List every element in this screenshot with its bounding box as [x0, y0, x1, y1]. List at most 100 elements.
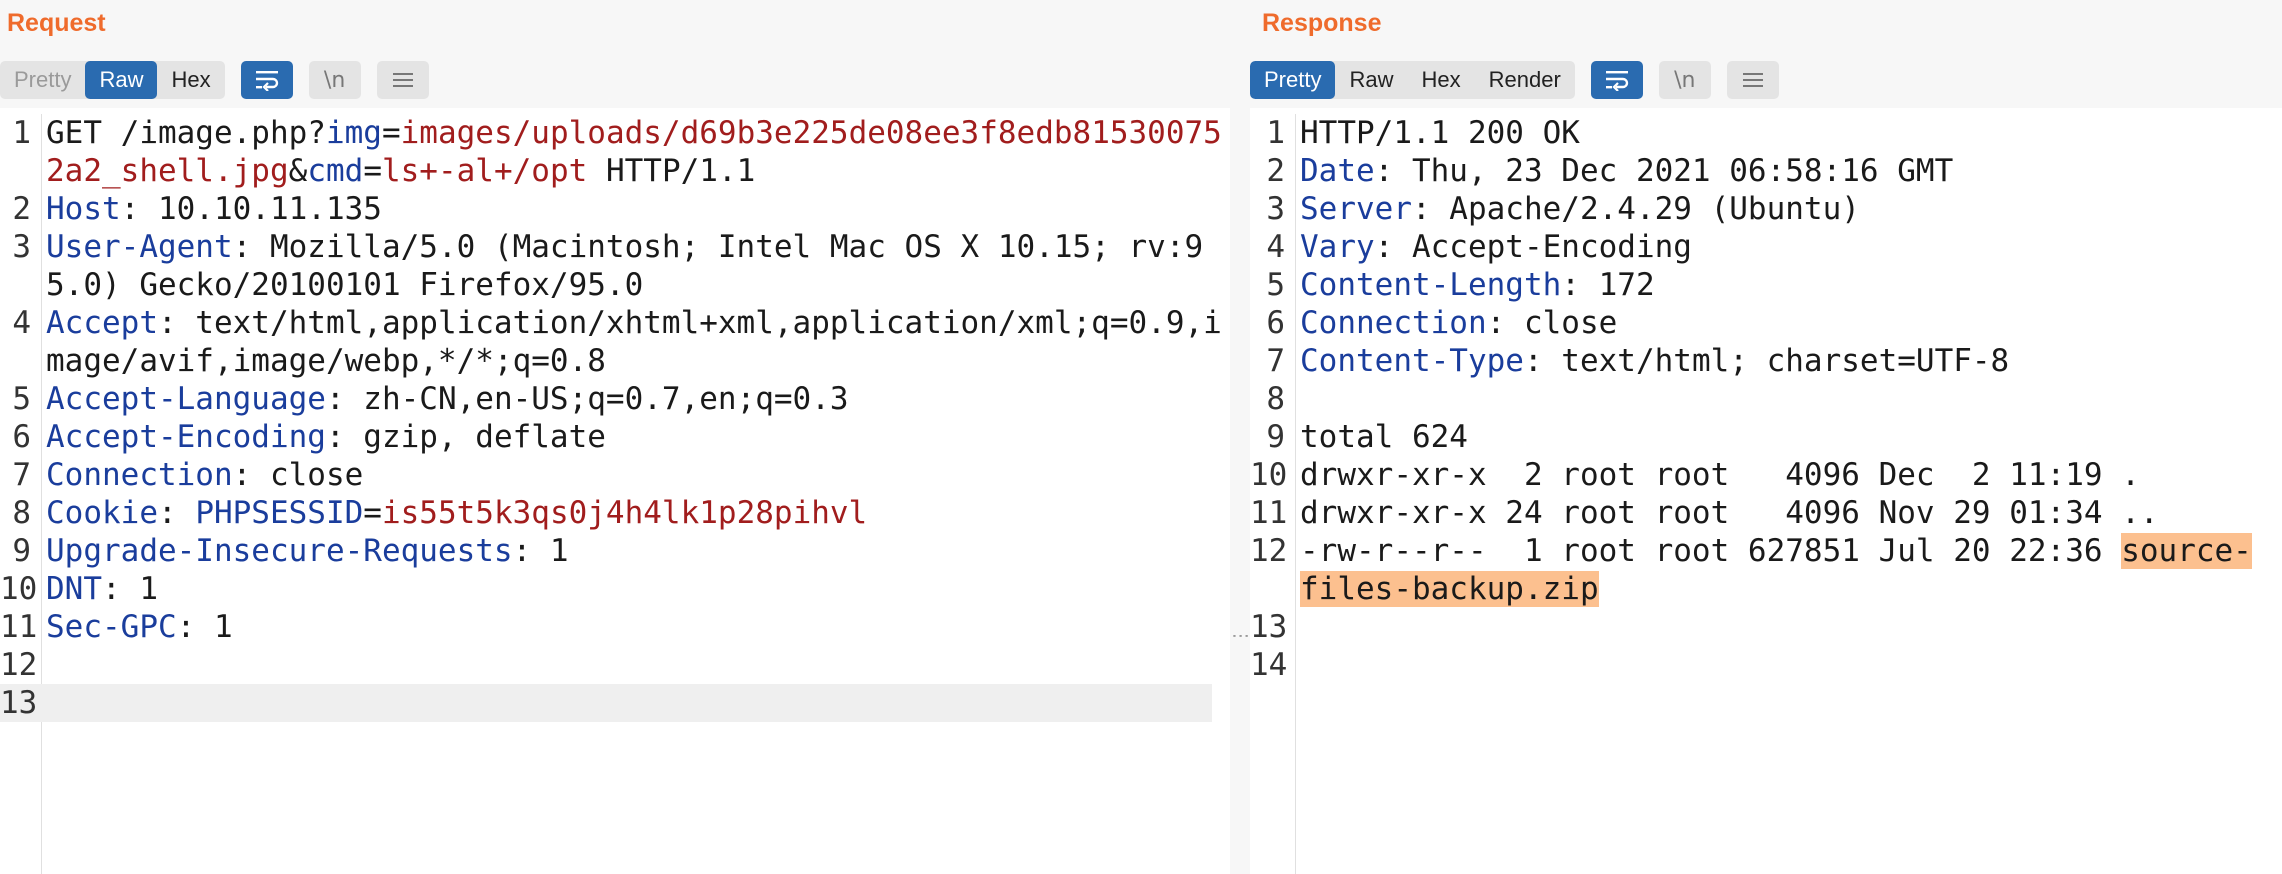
- request-token: =: [363, 495, 382, 531]
- response-tab-raw[interactable]: Raw: [1335, 61, 1407, 99]
- request-line[interactable]: 3 User-Agent: Mozilla/5.0 (Macintosh; Int…: [0, 228, 1230, 304]
- response-token: total 624: [1300, 419, 1468, 455]
- response-line[interactable]: 11 drwxr-xr-x 24 root root 4096 Nov 29 01…: [1250, 494, 2282, 532]
- newline-icon: \n: [1674, 67, 1696, 93]
- response-line[interactable]: 12 -rw-r--r-- 1 root root 627851 Jul 20 2…: [1250, 532, 2282, 608]
- request-line-number: 11: [0, 609, 38, 645]
- request-token: &: [288, 153, 308, 189]
- response-line-text: Connection: close: [1300, 304, 2260, 342]
- request-tab-hex[interactable]: Hex: [157, 61, 224, 99]
- request-menu-button[interactable]: [376, 61, 429, 99]
- response-wrap-button[interactable]: [1590, 61, 1643, 99]
- request-line[interactable]: 7 Connection: close: [0, 456, 1230, 494]
- request-line[interactable]: 13: [0, 684, 1212, 722]
- splitter-grip-icon[interactable]: ⋮: [1230, 627, 1251, 645]
- request-line[interactable]: 12: [0, 646, 1230, 684]
- request-token: Accept-Encoding: [46, 419, 326, 455]
- request-line-number: 7: [12, 457, 31, 493]
- request-token: DNT: [46, 571, 102, 607]
- response-line[interactable]: 5 Content-Length: 172: [1250, 266, 2282, 304]
- menu-icon: [1742, 73, 1763, 87]
- response-line-number: 12: [1250, 533, 1288, 569]
- response-token: Server: [1300, 191, 1412, 227]
- response-token: : Thu, 23 Dec 2021 06:58:16 GMT: [1374, 153, 1954, 189]
- request-line[interactable]: 11 Sec-GPC: 1: [0, 608, 1230, 646]
- response-line[interactable]: 3 Server: Apache/2.4.29 (Ubuntu): [1250, 190, 2282, 228]
- request-line-text: Sec-GPC: 1: [46, 608, 1226, 646]
- response-line[interactable]: 9 total 624: [1250, 418, 2282, 456]
- response-line-number: 14: [1250, 647, 1288, 683]
- response-line[interactable]: 2 Date: Thu, 23 Dec 2021 06:58:16 GMT: [1250, 152, 2282, 190]
- request-wrap-button[interactable]: [240, 61, 293, 99]
- request-editor[interactable]: 1 GET /image.php?img=images/uploads/d69b3…: [0, 114, 1230, 874]
- request-token: =: [381, 115, 401, 151]
- request-line-text: DNT: 1: [46, 570, 1226, 608]
- request-token: =: [363, 153, 382, 189]
- response-line[interactable]: 10 drwxr-xr-x 2 root root 4096 Dec 2 11:1…: [1250, 456, 2282, 494]
- request-line-number: 4: [12, 305, 31, 341]
- response-menu-button[interactable]: [1726, 61, 1779, 99]
- response-line[interactable]: 1 HTTP/1.1 200 OK: [1250, 114, 2282, 152]
- response-line[interactable]: 7 Content-Type: text/html; charset=UTF-8: [1250, 342, 2282, 380]
- request-line[interactable]: 10 DNT: 1: [0, 570, 1230, 608]
- request-token: img: [325, 115, 382, 151]
- response-line[interactable]: 13: [1250, 608, 2282, 646]
- response-line-text: [1300, 646, 2260, 684]
- response-line[interactable]: 6 Connection: close: [1250, 304, 2282, 342]
- request-line-text: [46, 684, 1212, 722]
- request-line-number: 10: [0, 571, 38, 607]
- request-line[interactable]: 1 GET /image.php?img=images/uploads/d69b3…: [0, 114, 1230, 190]
- response-token: Date: [1300, 153, 1375, 189]
- request-token: User-Agent: [46, 229, 233, 265]
- response-tab-render[interactable]: Render: [1475, 61, 1575, 99]
- request-line-number: 8: [12, 495, 31, 531]
- response-token: Vary: [1300, 229, 1375, 265]
- response-line-text: drwxr-xr-x 24 root root 4096 Nov 29 01:3…: [1300, 494, 2260, 532]
- response-line-text: Server: Apache/2.4.29 (Ubuntu): [1300, 190, 2260, 228]
- request-line[interactable]: 9 Upgrade-Insecure-Requests: 1: [0, 532, 1230, 570]
- request-line[interactable]: 5 Accept-Language: zh-CN,en-US;q=0.7,en;q…: [0, 380, 1230, 418]
- request-line-text: Accept: text/html,application/xhtml+xml,…: [46, 304, 1226, 380]
- response-token: : Accept-Encoding: [1374, 229, 1692, 265]
- request-token: GET /image.php?: [46, 115, 326, 151]
- response-line-number: 9: [1266, 419, 1285, 455]
- request-tab-raw[interactable]: Raw: [85, 61, 158, 99]
- response-line-text: [1300, 380, 2260, 418]
- request-line-number: 12: [0, 647, 38, 683]
- request-line[interactable]: 6 Accept-Encoding: gzip, deflate: [0, 418, 1230, 456]
- request-token: ls+-al+/opt: [381, 153, 588, 189]
- response-tab-pretty[interactable]: Pretty: [1250, 61, 1336, 99]
- request-line[interactable]: 8 Cookie: PHPSESSID=is55t5k3qs0j4h4lk1p28…: [0, 494, 1230, 532]
- request-line-number: 5: [12, 381, 31, 417]
- request-token: Upgrade-Insecure-Requests: [46, 533, 513, 569]
- response-toolbar: Pretty Raw Hex Render \n: [1250, 61, 1795, 99]
- response-line-text: total 624: [1300, 418, 2260, 456]
- response-line[interactable]: 8: [1250, 380, 2282, 418]
- menu-icon: [392, 73, 413, 87]
- request-line[interactable]: 4 Accept: text/html,application/xhtml+xml…: [0, 304, 1230, 380]
- pane-splitter[interactable]: ⋮: [1230, 0, 1251, 874]
- request-token: : 1: [102, 571, 158, 607]
- request-pane: Request Pretty Raw Hex \n 1 GET /image.p…: [0, 0, 1230, 874]
- request-line[interactable]: 2 Host: 10.10.11.135: [0, 190, 1230, 228]
- request-newline-button[interactable]: \n: [308, 61, 361, 99]
- request-line-number: 1: [12, 115, 31, 151]
- request-token: : text/html,application/xhtml+xml,applic…: [46, 305, 1222, 379]
- response-line-number: 4: [1266, 229, 1285, 265]
- response-tab-hex[interactable]: Hex: [1407, 61, 1474, 99]
- response-editor[interactable]: 1 HTTP/1.1 200 OK 2 Date: Thu, 23 Dec 2021 …: [1250, 114, 2282, 874]
- response-line-text: -rw-r--r-- 1 root root 627851 Jul 20 22:…: [1300, 532, 2260, 608]
- response-newline-button[interactable]: \n: [1658, 61, 1711, 99]
- newline-icon: \n: [323, 67, 346, 93]
- request-line-text: Accept-Language: zh-CN,en-US;q=0.7,en;q=…: [46, 380, 1226, 418]
- response-line[interactable]: 14: [1250, 646, 2282, 684]
- response-line-number: 11: [1250, 495, 1288, 531]
- request-line-number: 9: [12, 533, 31, 569]
- request-line-number: 6: [12, 419, 31, 455]
- request-line-number: 13: [0, 685, 38, 721]
- response-line[interactable]: 4 Vary: Accept-Encoding: [1250, 228, 2282, 266]
- request-line-text: Accept-Encoding: gzip, deflate: [46, 418, 1226, 456]
- request-header: Request Pretty Raw Hex \n: [0, 0, 1230, 108]
- response-token: drwxr-xr-x 24 root root 4096 Nov 29 01:3…: [1300, 495, 2159, 531]
- request-tab-pretty[interactable]: Pretty: [0, 61, 85, 99]
